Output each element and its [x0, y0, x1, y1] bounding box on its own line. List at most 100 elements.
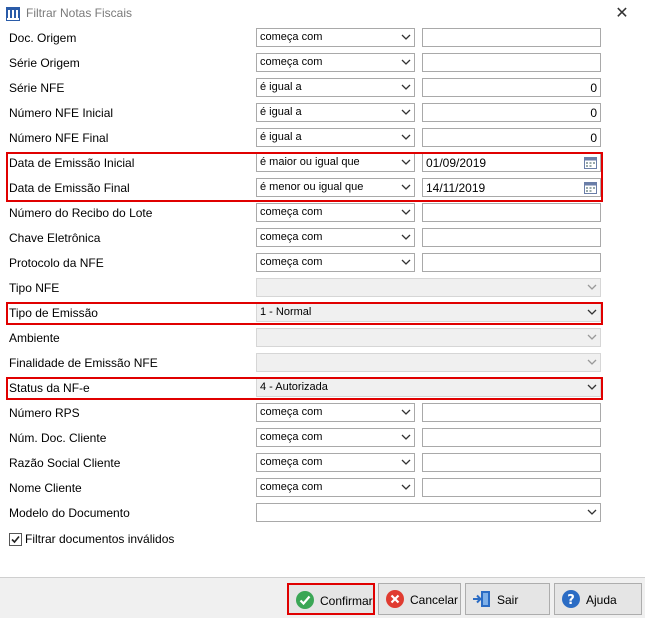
- value-input[interactable]: [422, 203, 601, 222]
- cancel-circle-icon: [386, 590, 404, 608]
- filter-row-razao-social: Razão Social Cliente começa com: [0, 451, 645, 476]
- chevron-down-icon: [587, 384, 597, 390]
- operator-select[interactable]: começa com: [256, 228, 415, 247]
- chevron-down-icon: [401, 434, 411, 440]
- value-input[interactable]: [422, 53, 601, 72]
- operator-select[interactable]: é maior ou igual que: [256, 153, 415, 172]
- operator-select[interactable]: começa com: [256, 403, 415, 422]
- filter-row-modelo-documento: Modelo do Documento: [0, 501, 645, 526]
- filter-row-nome-cliente: Nome Cliente começa com: [0, 476, 645, 501]
- filter-row-numero-nfe-inicial: Número NFE Inicial é igual a 0: [0, 101, 645, 126]
- chevron-down-icon: [401, 34, 411, 40]
- chevron-down-icon: [401, 184, 411, 190]
- ambiente-select[interactable]: [256, 328, 601, 347]
- exit-door-icon: [473, 591, 490, 607]
- confirm-button[interactable]: Confirmar: [287, 583, 375, 615]
- value-input[interactable]: [422, 428, 601, 447]
- chevron-down-icon: [587, 284, 597, 290]
- field-label: Número NFE Inicial: [9, 106, 114, 120]
- operator-select[interactable]: começa com: [256, 53, 415, 72]
- filter-row-data-emissao-inicial: Data de Emissão Inicial é maior ou igual…: [0, 151, 645, 176]
- chevron-down-icon: [401, 409, 411, 415]
- chevron-down-icon: [401, 484, 411, 490]
- operator-select[interactable]: é igual a: [256, 103, 415, 122]
- finalidade-select[interactable]: [256, 353, 601, 372]
- operator-select[interactable]: é igual a: [256, 128, 415, 147]
- field-label: Número NFE Final: [9, 131, 109, 145]
- filter-row-tipo-emissao: Tipo de Emissão 1 - Normal: [0, 301, 645, 326]
- operator-select[interactable]: começa com: [256, 253, 415, 272]
- filter-row-protocolo-nfe: Protocolo da NFE começa com: [0, 251, 645, 276]
- chevron-down-icon: [401, 84, 411, 90]
- operator-select[interactable]: começa com: [256, 203, 415, 222]
- calendar-icon[interactable]: [584, 181, 597, 194]
- filter-row-serie-origem: Série Origem começa com: [0, 51, 645, 76]
- modelo-documento-select[interactable]: [256, 503, 601, 522]
- date-input[interactable]: 01/09/2019: [422, 153, 601, 172]
- field-label: Chave Eletrônica: [9, 231, 101, 245]
- field-label: Data de Emissão Final: [9, 181, 130, 195]
- filter-row-finalidade: Finalidade de Emissão NFE: [0, 351, 645, 376]
- chevron-down-icon: [587, 359, 597, 365]
- close-button[interactable]: ✕: [605, 3, 639, 25]
- chevron-down-icon: [401, 159, 411, 165]
- field-label: Nome Cliente: [9, 481, 82, 495]
- value-input[interactable]: 0: [422, 78, 601, 97]
- status-nfe-select[interactable]: 4 - Autorizada: [256, 378, 601, 397]
- filter-row-num-doc-cliente: Núm. Doc. Cliente começa com: [0, 426, 645, 451]
- tipo-nfe-select[interactable]: [256, 278, 601, 297]
- filter-row-serie-nfe: Série NFE é igual a 0: [0, 76, 645, 101]
- field-label: Razão Social Cliente: [9, 456, 121, 470]
- field-label: Status da NF-e: [9, 381, 90, 395]
- filter-invalid-checkbox[interactable]: [9, 533, 22, 546]
- help-button[interactable]: ? Ajuda: [554, 583, 642, 615]
- value-input[interactable]: [422, 478, 601, 497]
- field-label: Modelo do Documento: [9, 506, 130, 520]
- filter-row-doc-origem: Doc. Origem começa com: [0, 26, 645, 51]
- value-input[interactable]: [422, 28, 601, 47]
- field-label: Finalidade de Emissão NFE: [9, 356, 158, 370]
- chevron-down-icon: [401, 109, 411, 115]
- cancel-button[interactable]: Cancelar: [378, 583, 461, 615]
- tipo-emissao-select[interactable]: 1 - Normal: [256, 303, 601, 322]
- date-input[interactable]: 14/11/2019: [422, 178, 601, 197]
- close-icon[interactable]: ✕: [615, 5, 628, 22]
- chevron-down-icon: [401, 134, 411, 140]
- calendar-icon[interactable]: [584, 156, 597, 169]
- field-label: Série Origem: [9, 56, 80, 70]
- title-bar: Filtrar Notas Fiscais ✕: [0, 0, 645, 28]
- field-label: Tipo NFE: [9, 281, 60, 295]
- operator-select[interactable]: é menor ou igual que: [256, 178, 415, 197]
- value-input[interactable]: [422, 453, 601, 472]
- field-label: Data de Emissão Inicial: [9, 156, 135, 170]
- filter-row-status-nfe: Status da NF-e 4 - Autorizada: [0, 376, 645, 401]
- operator-select[interactable]: começa com: [256, 478, 415, 497]
- button-bar: Confirmar Cancelar Sair ? Ajuda: [0, 577, 645, 618]
- app-icon: [6, 7, 20, 21]
- chevron-down-icon: [587, 509, 597, 515]
- chevron-down-icon: [401, 259, 411, 265]
- operator-select[interactable]: é igual a: [256, 78, 415, 97]
- chevron-down-icon: [587, 334, 597, 340]
- exit-button[interactable]: Sair: [465, 583, 550, 615]
- chevron-down-icon: [401, 59, 411, 65]
- checkmark-icon: [11, 535, 20, 544]
- help-icon: ?: [562, 590, 580, 608]
- operator-select[interactable]: começa com: [256, 28, 415, 47]
- value-input[interactable]: 0: [422, 128, 601, 147]
- svg-text:?: ?: [567, 593, 575, 608]
- field-label: Protocolo da NFE: [9, 256, 104, 270]
- field-label: Número RPS: [9, 406, 80, 420]
- operator-select[interactable]: começa com: [256, 453, 415, 472]
- value-input[interactable]: 0: [422, 103, 601, 122]
- chevron-down-icon: [401, 209, 411, 215]
- field-label: Doc. Origem: [9, 31, 77, 45]
- filter-row-numero-rps: Número RPS começa com: [0, 401, 645, 426]
- value-input[interactable]: [422, 403, 601, 422]
- operator-select[interactable]: começa com: [256, 428, 415, 447]
- checkbox-label: Filtrar documentos inválidos: [25, 532, 175, 546]
- value-input[interactable]: [422, 253, 601, 272]
- filter-row-ambiente: Ambiente: [0, 326, 645, 351]
- value-input[interactable]: [422, 228, 601, 247]
- filter-row-recibo-lote: Número do Recibo do Lote começa com: [0, 201, 645, 226]
